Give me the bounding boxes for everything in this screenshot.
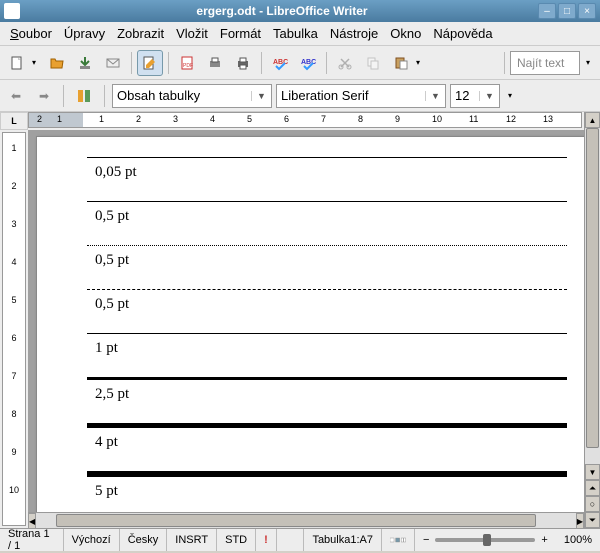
- vertical-scrollbar[interactable]: ▲ ▼ ⏶ ○ ⏷: [584, 112, 600, 528]
- scroll-right-button[interactable]: ▶: [576, 513, 584, 528]
- print-button[interactable]: [230, 50, 256, 76]
- status-insert-mode[interactable]: INSRT: [167, 529, 217, 551]
- svg-text:PDF: PDF: [183, 63, 193, 69]
- titlebar: ergerg.odt - LibreOffice Writer – □ ×: [0, 0, 600, 22]
- status-language[interactable]: Česky: [120, 529, 168, 551]
- status-modified-icon: !: [256, 529, 277, 551]
- scroll-thumb[interactable]: [586, 128, 599, 448]
- table-cell[interactable]: 0,5 pt: [87, 202, 567, 246]
- chevron-down-icon[interactable]: ▼: [479, 91, 495, 101]
- statusbar: Strana 1 / 1 Výchozí Česky INSRT STD ! T…: [0, 528, 600, 551]
- status-cell-reference[interactable]: Tabulka1:A7: [304, 529, 382, 551]
- document-table[interactable]: 0,05 pt 0,5 pt 0,5 pt 0,5 pt 1 pt 2,5 pt…: [87, 157, 567, 512]
- menu-file[interactable]: Soubor: [4, 24, 58, 43]
- nav-next-button[interactable]: ⏷: [585, 512, 600, 528]
- table-cell[interactable]: 0,5 pt: [87, 290, 567, 334]
- auto-spellcheck-button[interactable]: ABC: [295, 50, 321, 76]
- status-zoom[interactable]: 100%: [556, 529, 600, 551]
- scroll-up-button[interactable]: ▲: [585, 112, 600, 128]
- status-signature: [277, 529, 305, 551]
- font-name-combo[interactable]: Liberation Serif ▼: [276, 84, 446, 108]
- standard-toolbar: ▾ PDF ABC ABC ▾ Najít text ▾: [0, 46, 600, 80]
- scroll-down-button[interactable]: ▼: [585, 464, 600, 480]
- menu-view[interactable]: Zobrazit: [111, 24, 170, 43]
- maximize-button[interactable]: □: [558, 3, 576, 19]
- table-cell[interactable]: 0,5 pt: [87, 246, 567, 290]
- status-style[interactable]: Výchozí: [64, 529, 120, 551]
- size-value: 12: [455, 88, 479, 103]
- edit-mode-button[interactable]: [137, 50, 163, 76]
- cut-button[interactable]: [332, 50, 358, 76]
- new-dropdown[interactable]: ▾: [32, 58, 42, 67]
- work-area: L 12345678910 2112345678910111213 0,05 p…: [0, 112, 600, 528]
- save-button[interactable]: [72, 50, 98, 76]
- page: 0,05 pt 0,5 pt 0,5 pt 0,5 pt 1 pt 2,5 pt…: [36, 136, 584, 512]
- nav-target-button[interactable]: ○: [585, 496, 600, 512]
- font-value: Liberation Serif: [281, 88, 425, 103]
- status-view-layout[interactable]: [382, 529, 415, 551]
- chevron-down-icon[interactable]: ▼: [251, 91, 267, 101]
- svg-text:ABC: ABC: [301, 59, 316, 66]
- menu-table[interactable]: Tabulka: [267, 24, 324, 43]
- close-button[interactable]: ×: [578, 3, 596, 19]
- nav-back-button[interactable]: ⬅: [4, 84, 28, 108]
- table-cell[interactable]: 4 pt: [87, 426, 567, 475]
- minimize-button[interactable]: –: [538, 3, 556, 19]
- table-cell[interactable]: 1 pt: [87, 334, 567, 379]
- menu-format[interactable]: Formát: [214, 24, 267, 43]
- font-size-combo[interactable]: 12 ▼: [450, 84, 500, 108]
- paste-button[interactable]: [388, 50, 414, 76]
- spellcheck-button[interactable]: ABC: [267, 50, 293, 76]
- app-icon: [4, 3, 20, 19]
- menu-insert[interactable]: Vložit: [170, 24, 214, 43]
- status-selection-mode[interactable]: STD: [217, 529, 256, 551]
- menu-edit[interactable]: Úpravy: [58, 24, 111, 43]
- copy-button[interactable]: [360, 50, 386, 76]
- svg-text:ABC: ABC: [273, 59, 288, 66]
- scroll-left-button[interactable]: ◀: [28, 513, 36, 528]
- table-cell[interactable]: 5 pt: [87, 474, 567, 512]
- vertical-ruler[interactable]: 12345678910: [2, 132, 26, 526]
- menu-help[interactable]: Nápověda: [427, 24, 498, 43]
- status-page[interactable]: Strana 1 / 1: [0, 529, 64, 551]
- horizontal-ruler[interactable]: 2112345678910111213: [28, 112, 582, 128]
- new-button[interactable]: [4, 50, 30, 76]
- email-button[interactable]: [100, 50, 126, 76]
- format-toolbar: ⬅ ➡ Obsah tabulky ▼ Liberation Serif ▼ 1…: [0, 80, 600, 112]
- paste-dropdown[interactable]: ▾: [416, 58, 426, 67]
- nav-forward-button[interactable]: ➡: [32, 84, 56, 108]
- toolbar-overflow[interactable]: ▾: [586, 58, 596, 67]
- zoom-slider[interactable]: [435, 538, 535, 542]
- zoom-controls: − +: [415, 529, 556, 551]
- window-title: ergerg.odt - LibreOffice Writer: [26, 4, 538, 18]
- print-direct-button[interactable]: [202, 50, 228, 76]
- zoom-in-button[interactable]: +: [541, 534, 547, 546]
- styles-button[interactable]: [71, 83, 97, 109]
- chevron-down-icon[interactable]: ▼: [425, 91, 441, 101]
- table-cell[interactable]: 0,05 pt: [87, 158, 567, 202]
- nav-prev-button[interactable]: ⏶: [585, 480, 600, 496]
- menu-window[interactable]: Okno: [384, 24, 427, 43]
- format-toolbar-overflow[interactable]: ▾: [508, 91, 518, 100]
- menu-tools[interactable]: Nástroje: [324, 24, 384, 43]
- table-cell[interactable]: 2,5 pt: [87, 379, 567, 426]
- horizontal-scrollbar[interactable]: ◀ ▶: [28, 512, 584, 528]
- menubar: Soubor Úpravy Zobrazit Vložit Formát Tab…: [0, 22, 600, 46]
- paragraph-style-combo[interactable]: Obsah tabulky ▼: [112, 84, 272, 108]
- find-text-input[interactable]: Najít text: [510, 51, 580, 75]
- document-view[interactable]: 0,05 pt 0,5 pt 0,5 pt 0,5 pt 1 pt 2,5 pt…: [28, 130, 584, 512]
- open-button[interactable]: [44, 50, 70, 76]
- pdf-button[interactable]: PDF: [174, 50, 200, 76]
- ruler-corner: L: [0, 112, 28, 130]
- scroll-thumb[interactable]: [56, 514, 536, 527]
- style-value: Obsah tabulky: [117, 88, 251, 103]
- zoom-out-button[interactable]: −: [423, 534, 429, 546]
